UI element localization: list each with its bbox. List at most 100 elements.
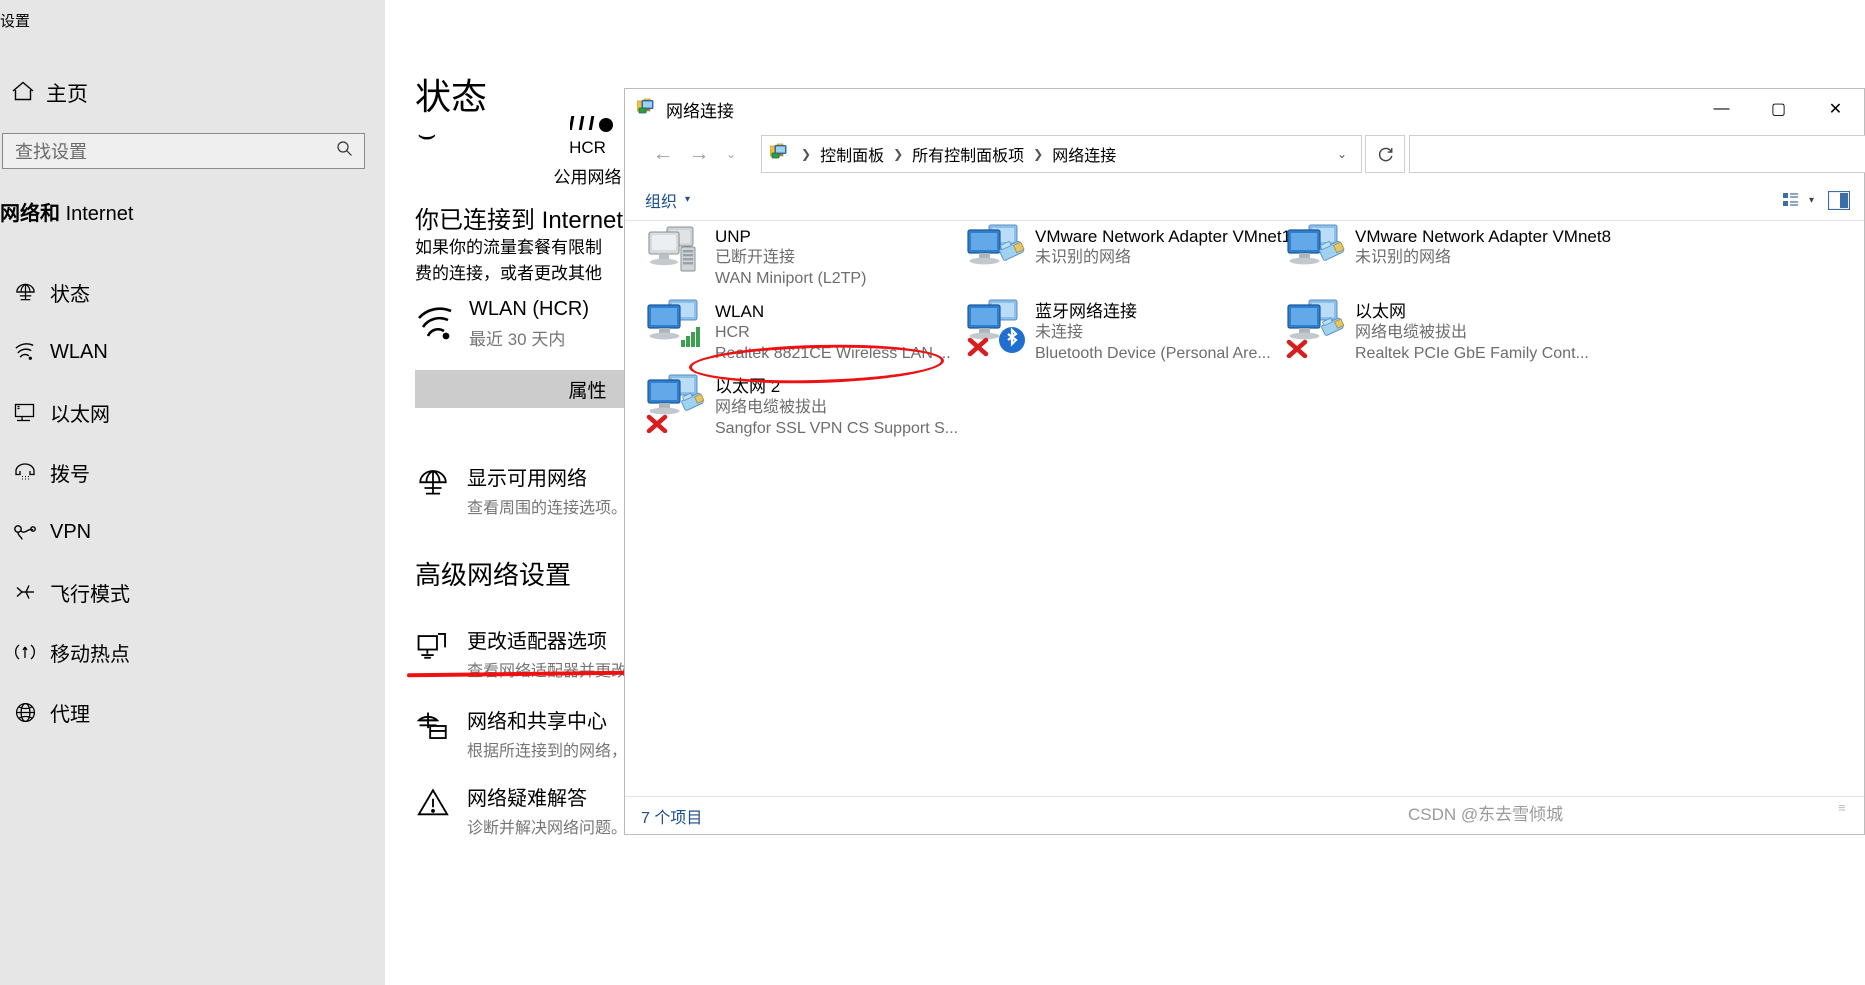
maximize-button[interactable]: ▢ xyxy=(1750,89,1807,129)
back-button[interactable]: ← xyxy=(645,134,681,174)
sidebar-item-mobile-hotspot[interactable]: 移动热点 xyxy=(0,622,385,682)
sidebar-item-home[interactable]: 主页 xyxy=(0,75,385,111)
breadcrumb-separator: ❯ xyxy=(801,147,812,161)
airplane-icon xyxy=(0,581,50,603)
list-item[interactable]: 以太网 网络电缆被拔出 Realtek PCIe GbE Family Cont… xyxy=(1285,296,1615,364)
ethernet-unplugged-icon xyxy=(1285,296,1349,359)
network-troubleshoot-link[interactable]: 网络疑难解答 诊断并解决网络问题。 xyxy=(415,782,627,838)
connection-device: Bluetooth Device (Personal Are... xyxy=(1035,345,1271,362)
corner-glyph: ≡ xyxy=(1838,800,1846,815)
connection-status: 网络电缆被拔出 xyxy=(1355,324,1468,341)
chevron-down-icon[interactable]: ⌄ xyxy=(1323,147,1361,161)
address-bar[interactable]: ❯ 控制面板 ❯ 所有控制面板项 ❯ 网络连接 ⌄ xyxy=(761,135,1362,173)
forward-button[interactable]: → xyxy=(681,134,717,174)
minimize-button[interactable]: — xyxy=(1693,89,1750,129)
globe-status-icon xyxy=(0,281,50,304)
sidebar-item-label: 移动热点 xyxy=(50,643,130,666)
settings-sidebar: 设置 主页 查找设置 网络和 Internet 状态 WLAN 以太网 拨号 V… xyxy=(0,0,385,985)
bluetooth-disconnected-icon xyxy=(965,296,1029,358)
sidebar-item-label: 飞行模式 xyxy=(50,583,130,606)
list-item[interactable]: 蓝牙网络连接 未连接 Bluetooth Device (Personal Ar… xyxy=(965,296,1295,364)
wlan-summary-row: WLAN (HCR) 最近 30 天内 xyxy=(415,298,589,350)
netconn-toolbar: 组织 ▾ ▾ xyxy=(625,179,1864,221)
network-connections-icon xyxy=(636,98,657,121)
connection-name: UNP xyxy=(715,227,751,246)
search-input[interactable]: 查找设置 xyxy=(2,133,365,169)
close-button[interactable]: ✕ xyxy=(1807,89,1864,129)
warning-triangle-icon xyxy=(415,782,467,825)
search-placeholder: 查找设置 xyxy=(15,142,87,162)
vpn-icon xyxy=(0,523,50,541)
connection-device: Sangfor SSL VPN CS Support S... xyxy=(715,420,959,437)
sidebar-item-vpn[interactable]: VPN xyxy=(0,502,385,562)
advanced-settings-heading: 高级网络设置 xyxy=(415,560,572,590)
connection-status: 已断开连接 xyxy=(715,249,796,266)
connection-status: 未连接 xyxy=(1035,324,1084,341)
sidebar-home-label: 主页 xyxy=(46,83,88,106)
sidebar-item-proxy[interactable]: 代理 xyxy=(0,682,385,742)
network-name: HCR xyxy=(569,138,606,157)
change-view-button[interactable]: ▾ xyxy=(1782,191,1814,209)
sidebar-item-status[interactable]: 状态 xyxy=(0,262,385,322)
connection-name: 蓝牙网络连接 xyxy=(1035,302,1137,321)
netconn-titlebar[interactable]: 网络连接 — ▢ ✕ xyxy=(625,89,1864,129)
sidebar-item-label: 以太网 xyxy=(50,403,110,426)
sidebar-item-wlan[interactable]: WLAN xyxy=(0,322,385,382)
watermark: CSDN @东去雪倾城 xyxy=(1408,805,1564,824)
connection-device: Realtek PCIe GbE Family Cont... xyxy=(1355,345,1589,362)
troubleshoot-title: 网络疑难解答 xyxy=(467,788,587,810)
breadcrumb-separator: ❯ xyxy=(1033,147,1044,161)
sidebar-item-label: 拨号 xyxy=(50,463,90,486)
search-input[interactable] xyxy=(1409,135,1865,173)
recent-locations-button[interactable]: ⌄ xyxy=(717,134,745,174)
view-controls: ▾ xyxy=(1768,179,1850,221)
list-item[interactable]: UNP 已断开连接 WAN Miniport (L2TP) xyxy=(645,221,975,289)
ethernet-icon xyxy=(415,625,467,668)
connected-status-description: 如果你的流量套餐有限制 费的连接，或者更改其他 xyxy=(415,235,602,287)
refresh-button[interactable] xyxy=(1365,135,1405,173)
sidebar-item-airplane-mode[interactable]: 飞行模式 xyxy=(0,562,385,622)
wifi-icon xyxy=(415,298,469,349)
organize-menu-button[interactable]: 组织 ▾ xyxy=(645,188,690,212)
network-sharing-center-link[interactable]: 网络和共享中心 根据所连接到的网络， xyxy=(415,705,627,761)
vmware-adapter-icon xyxy=(965,221,1029,283)
sharing-center-sub: 根据所连接到的网络， xyxy=(467,743,628,760)
connection-status: HCR xyxy=(715,324,750,341)
connection-status: 未识别的网络 xyxy=(1035,249,1132,266)
breadcrumb-separator: ❯ xyxy=(893,147,904,161)
netconn-status-bar: 7 个项目 xyxy=(625,796,1864,834)
dialup-icon xyxy=(0,462,50,482)
connection-status: 网络电缆被拔出 xyxy=(715,399,828,416)
breadcrumb-item-all-items[interactable]: 所有控制面板项 xyxy=(910,142,1026,166)
show-available-networks-link[interactable]: 显示可用网络 查看周围的连接选项。 xyxy=(415,462,627,518)
sidebar-item-label: VPN xyxy=(50,520,92,543)
ethernet-icon xyxy=(0,401,50,423)
home-icon xyxy=(0,80,46,106)
sharing-center-icon xyxy=(415,705,467,748)
troubleshoot-sub: 诊断并解决网络问题。 xyxy=(467,820,628,837)
item-count-label: 7 个项目 xyxy=(641,809,703,827)
breadcrumb-item-control-panel[interactable]: 控制面板 xyxy=(818,142,886,166)
show-networks-title: 显示可用网络 xyxy=(467,468,587,490)
wlan-title: WLAN (HCR) xyxy=(469,298,589,320)
preview-pane-button[interactable] xyxy=(1828,190,1850,210)
sidebar-section-title-cn: 网络和 xyxy=(0,203,60,225)
sidebar-item-dialup[interactable]: 拨号 xyxy=(0,442,385,502)
breadcrumb-item-network-connections[interactable]: 网络连接 xyxy=(1050,142,1118,166)
list-item[interactable]: VMware Network Adapter VMnet1 未识别的网络 xyxy=(965,221,1295,283)
change-adapter-title: 更改适配器选项 xyxy=(467,631,607,653)
sidebar-item-label: WLAN xyxy=(50,340,108,363)
sidebar-section-title: 网络和 Internet xyxy=(0,197,133,226)
sidebar-section-title-en: Internet xyxy=(65,203,134,225)
window-controls: — ▢ ✕ xyxy=(1693,89,1864,129)
wlan-subtitle: 最近 30 天内 xyxy=(469,330,566,349)
connection-status: 未识别的网络 xyxy=(1355,249,1452,266)
page-title: 状态 xyxy=(415,76,488,117)
list-item[interactable]: VMware Network Adapter VMnet8 未识别的网络 xyxy=(1285,221,1615,283)
search-icon[interactable] xyxy=(324,140,364,162)
sidebar-nav: 状态 WLAN 以太网 拨号 VPN 飞行模式 移动热点 代理 xyxy=(0,262,385,742)
organize-label: 组织 xyxy=(645,193,678,211)
settings-window-title: 设置 xyxy=(0,13,31,30)
network-connections-icon xyxy=(769,143,790,166)
sidebar-item-ethernet[interactable]: 以太网 xyxy=(0,382,385,442)
